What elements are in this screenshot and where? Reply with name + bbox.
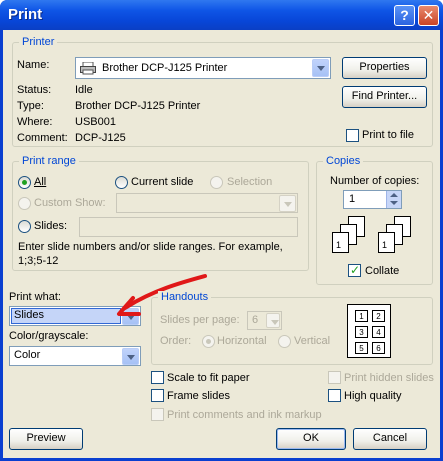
status-label: Status: — [17, 84, 52, 96]
copies-value: 1 — [349, 193, 356, 205]
print-what-value: Slides — [14, 309, 44, 321]
number-of-copies-label: Number of copies: — [330, 175, 420, 187]
chevron-down-icon[interactable] — [279, 195, 296, 212]
slides-per-page-value: 6 — [252, 314, 259, 326]
all-label[interactable]: All — [34, 176, 46, 188]
slides-per-page-select[interactable]: 6 — [247, 311, 282, 330]
print-hidden-label[interactable]: Print hidden slides — [344, 372, 434, 384]
custom-show-select[interactable] — [116, 193, 298, 213]
printer-name-select[interactable]: Brother DCP-J125 Printer — [75, 57, 331, 79]
handout-slide-thumb: 2 — [372, 310, 385, 322]
scale-to-fit-label[interactable]: Scale to fit paper — [167, 372, 250, 384]
title-bar[interactable]: Print ? ✕ — [0, 0, 443, 30]
copies-input[interactable]: 1 — [343, 190, 402, 209]
color-grayscale-value: Color — [14, 349, 41, 361]
help-button[interactable]: ? — [394, 5, 415, 26]
chevron-down-icon[interactable] — [122, 348, 139, 365]
print-comments-checkbox[interactable] — [151, 408, 164, 421]
handout-layout-preview: 1 2 3 4 5 6 — [347, 304, 391, 358]
spin-down-icon[interactable] — [390, 201, 398, 205]
handout-slide-thumb: 5 — [355, 342, 368, 354]
copies-spinner[interactable] — [386, 191, 401, 208]
name-label: Name: — [17, 59, 50, 71]
slides-label[interactable]: Slides: — [34, 220, 67, 232]
high-quality-label[interactable]: High quality — [344, 390, 401, 402]
dialog-body: Printer Name: Brother DCP-J125 Printer P… — [3, 30, 440, 458]
printer-legend: Printer — [19, 36, 58, 48]
handout-slide-thumb: 6 — [372, 342, 385, 354]
find-printer-button[interactable]: Find Printer... — [342, 86, 427, 108]
type-value: Brother DCP-J125 Printer — [75, 100, 201, 112]
slides-input[interactable] — [79, 217, 298, 237]
current-slide-label[interactable]: Current slide — [131, 176, 193, 188]
print-what-label: Print what: — [9, 291, 61, 303]
all-radio[interactable] — [18, 176, 31, 189]
status-value: Idle — [75, 84, 93, 96]
slides-hint: Enter slide numbers and/or slide ranges.… — [18, 241, 283, 267]
handout-slide-thumb: 4 — [372, 326, 385, 338]
print-range-legend: Print range — [19, 155, 79, 167]
slides-per-page-label: Slides per page: — [160, 314, 240, 326]
selection-label[interactable]: Selection — [227, 176, 272, 188]
chevron-down-icon[interactable] — [312, 59, 329, 77]
print-to-file-label[interactable]: Print to file — [362, 129, 414, 141]
color-grayscale-label: Color/grayscale: — [9, 330, 89, 342]
handouts-legend: Handouts — [158, 291, 212, 303]
ok-button[interactable]: OK — [276, 428, 346, 450]
spin-up-icon[interactable] — [390, 193, 398, 197]
high-quality-checkbox[interactable] — [328, 389, 341, 402]
collate-page: 1 — [332, 232, 349, 253]
scale-to-fit-checkbox[interactable] — [151, 371, 164, 384]
printer-icon — [80, 61, 96, 75]
collate-illustration: 3 2 1 3 2 1 — [328, 216, 428, 260]
vertical-radio[interactable] — [278, 335, 291, 348]
color-grayscale-select[interactable]: Color — [9, 346, 141, 366]
where-value: USB001 — [75, 116, 116, 128]
current-slide-radio[interactable] — [115, 176, 128, 189]
chevron-down-icon[interactable] — [266, 313, 280, 328]
collate-checkbox[interactable] — [348, 263, 361, 277]
custom-show-radio[interactable] — [18, 197, 31, 210]
order-label: Order: — [160, 335, 192, 347]
handout-slide-thumb: 1 — [355, 310, 368, 322]
collate-label[interactable]: Collate — [365, 265, 399, 277]
handout-slide-thumb: 3 — [355, 326, 368, 338]
print-comments-label[interactable]: Print comments and ink markup — [167, 409, 322, 421]
print-hidden-checkbox[interactable] — [328, 371, 341, 384]
frame-slides-label[interactable]: Frame slides — [167, 390, 230, 402]
selection-radio[interactable] — [210, 176, 223, 189]
collate-page: 1 — [378, 232, 395, 253]
printer-name-value: Brother DCP-J125 Printer — [102, 62, 228, 74]
cancel-button[interactable]: Cancel — [353, 428, 427, 450]
type-label: Type: — [17, 100, 44, 112]
print-dialog-window: Print ? ✕ Printer Name: Brother DCP-J125… — [0, 0, 443, 461]
comment-value: DCP-J125 — [75, 132, 126, 144]
slides-radio[interactable] — [18, 220, 31, 233]
where-label: Where: — [17, 116, 53, 128]
custom-show-label[interactable]: Custom Show: — [34, 197, 106, 209]
close-button[interactable]: ✕ — [418, 5, 439, 26]
copies-legend: Copies — [323, 155, 364, 167]
window-title: Print — [8, 6, 43, 23]
comment-label: Comment: — [17, 132, 68, 144]
preview-button[interactable]: Preview — [9, 428, 83, 450]
horizontal-label[interactable]: Horizontal — [217, 335, 267, 347]
print-to-file-checkbox[interactable] — [346, 129, 359, 142]
frame-slides-checkbox[interactable] — [151, 389, 164, 402]
vertical-label[interactable]: Vertical — [294, 335, 330, 347]
properties-button[interactable]: Properties — [342, 57, 427, 79]
horizontal-radio[interactable] — [202, 335, 215, 348]
